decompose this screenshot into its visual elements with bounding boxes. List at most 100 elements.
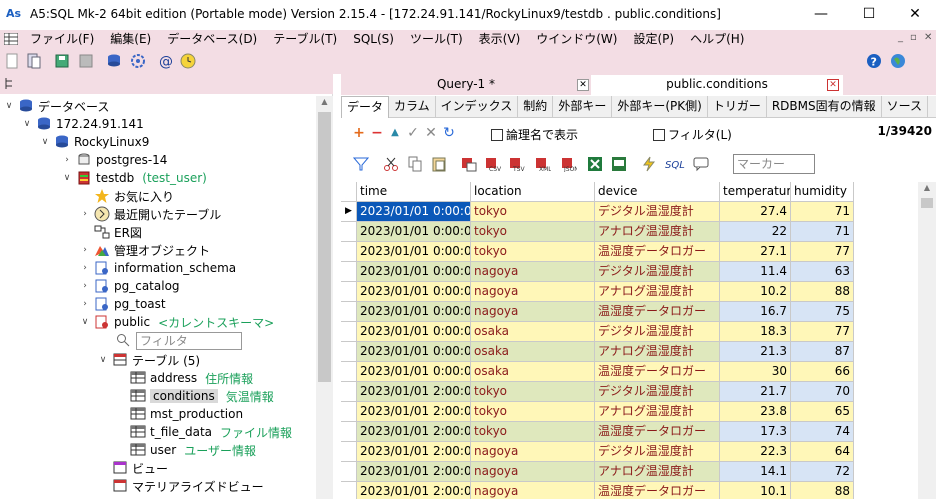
grid-cell[interactable]: 74 xyxy=(791,422,854,442)
table-row[interactable]: ▶ 2023/01/01 0:00:00 tokyo デジタル温湿度計 27.4 71 xyxy=(341,202,854,222)
grid-cell[interactable]: 64 xyxy=(791,442,854,462)
marker-input[interactable]: マーカー xyxy=(733,154,815,174)
copy-icon[interactable] xyxy=(407,156,423,172)
grid-cell[interactable]: 88 xyxy=(791,282,854,302)
table-row[interactable]: 2023/01/01 0:00:00 nagoya 温湿度データロガー 16.7 75 xyxy=(341,302,854,322)
subtab-8[interactable]: ソース xyxy=(882,96,929,118)
grid-cell[interactable]: 2023/01/01 0:00:00 xyxy=(357,322,471,342)
grid-cell[interactable]: 2023/01/01 0:00:00 xyxy=(357,242,471,262)
grid-cell[interactable]: 16.7 xyxy=(720,302,791,322)
row-indicator[interactable]: ▶ xyxy=(341,202,357,222)
table-row[interactable]: 2023/01/01 0:00:00 tokyo アナログ温湿度計 22 71 xyxy=(341,222,854,242)
grid-cell[interactable]: 温湿度データロガー xyxy=(595,242,720,262)
minimize-button[interactable]: — xyxy=(798,0,844,30)
filter-checkbox[interactable]: フィルタ(L) xyxy=(653,126,732,143)
grid-cell[interactable]: tokyo xyxy=(471,402,595,422)
menu-item-9[interactable]: ヘルプ(H) xyxy=(682,32,752,47)
add-row-icon[interactable]: + xyxy=(351,125,367,141)
tree-node-host[interactable]: ∨ 172.24.91.141 xyxy=(22,115,144,133)
table-row[interactable]: 2023/01/01 0:00:00 nagoya デジタル温湿度計 11.4 63 xyxy=(341,262,854,282)
grid-cell[interactable]: osaka xyxy=(471,322,595,342)
row-indicator[interactable] xyxy=(341,302,357,322)
export-xml-icon[interactable]: XML xyxy=(535,156,551,172)
settings-icon[interactable] xyxy=(130,53,146,69)
export-csv-icon[interactable]: CSV xyxy=(485,156,501,172)
grid-cell[interactable]: 10.1 xyxy=(720,482,791,499)
chevron-right-icon[interactable]: › xyxy=(80,299,90,309)
save-all-icon[interactable] xyxy=(78,53,94,69)
scroll-thumb[interactable] xyxy=(921,198,933,208)
column-header[interactable]: device xyxy=(595,182,720,202)
tree-node-tables[interactable]: ∨ テーブル (5) xyxy=(98,351,200,369)
subtab-0[interactable]: データ xyxy=(341,96,390,118)
chevron-right-icon[interactable]: › xyxy=(80,263,90,273)
export-db-icon[interactable] xyxy=(461,156,477,172)
grid-cell[interactable]: nagoya xyxy=(471,462,595,482)
grid-cell[interactable]: tokyo xyxy=(471,382,595,402)
grid-cell[interactable]: 63 xyxy=(791,262,854,282)
grid-cell[interactable]: 30 xyxy=(720,362,791,382)
menu-item-1[interactable]: 編集(E) xyxy=(102,32,159,47)
checkbox-box[interactable] xyxy=(491,128,503,141)
export-tsv-icon[interactable]: TSV xyxy=(509,156,525,172)
grid-cell[interactable]: 21.3 xyxy=(720,342,791,362)
table-row[interactable]: 2023/01/01 0:00:00 osaka 温湿度データロガー 30 66 xyxy=(341,362,854,382)
grid-cell[interactable]: nagoya xyxy=(471,442,595,462)
menu-item-5[interactable]: ツール(T) xyxy=(402,32,471,47)
row-indicator[interactable] xyxy=(341,422,357,442)
grid-cell[interactable]: 温湿度データロガー xyxy=(595,302,720,322)
mdi-minimize-button[interactable]: _ xyxy=(898,32,903,43)
table-row[interactable]: 2023/01/01 0:00:00 nagoya アナログ温湿度計 10.2 88 xyxy=(341,282,854,302)
grid-cell[interactable]: 66 xyxy=(791,362,854,382)
table-row[interactable]: 2023/01/01 0:00:00 tokyo 温湿度データロガー 27.1 77 xyxy=(341,242,854,262)
grid-cell[interactable]: 10.2 xyxy=(720,282,791,302)
mdi-restore-button[interactable]: ▫ xyxy=(910,32,917,43)
subtab-6[interactable]: トリガー xyxy=(708,96,767,118)
tree-scrollbar[interactable]: ▲ xyxy=(316,96,333,499)
grid-cell[interactable]: 2023/01/01 2:00:00 xyxy=(357,382,471,402)
tree-node-testdb[interactable]: ∨ testdb (test_user) xyxy=(62,169,207,187)
tree-node-public[interactable]: ∨ public <カレントスキーマ> xyxy=(80,313,275,331)
grid-cell[interactable]: デジタル温湿度計 xyxy=(595,262,720,282)
grid-cell[interactable]: 2023/01/01 2:00:00 xyxy=(357,422,471,442)
table-row[interactable]: 2023/01/01 2:00:00 tokyo アナログ温湿度計 23.8 65 xyxy=(341,402,854,422)
tree-node-table[interactable]: user ユーザー情報 xyxy=(116,441,256,459)
delete-row-icon[interactable]: − xyxy=(369,125,385,141)
chevron-right-icon[interactable]: › xyxy=(62,155,72,165)
grid-cell[interactable]: tokyo xyxy=(471,422,595,442)
table-row[interactable]: 2023/01/01 0:00:00 osaka デジタル温湿度計 18.3 77 xyxy=(341,322,854,342)
grid-cell[interactable]: アナログ温湿度計 xyxy=(595,402,720,422)
tree-node-server[interactable]: ∨ RockyLinux9 xyxy=(40,133,150,151)
scroll-thumb[interactable] xyxy=(318,112,331,382)
close-button[interactable]: ✕ xyxy=(892,0,936,30)
logical-name-checkbox[interactable]: 論理名で表示 xyxy=(491,126,578,143)
grid-cell[interactable]: 2023/01/01 2:00:00 xyxy=(357,442,471,462)
subtab-5[interactable]: 外部キー(PK側) xyxy=(612,96,708,118)
table-row[interactable]: 2023/01/01 2:00:00 nagoya 温湿度データロガー 10.1 88 xyxy=(341,482,854,499)
commit-icon[interactable]: ✓ xyxy=(405,125,421,141)
grid-cell[interactable]: アナログ温湿度計 xyxy=(595,222,720,242)
tree-view-icon[interactable] xyxy=(4,77,18,91)
grid-cell[interactable]: 27.4 xyxy=(720,202,791,222)
move-up-icon[interactable]: ▲ xyxy=(387,125,403,141)
execute-icon[interactable] xyxy=(641,156,657,172)
table-row[interactable]: 2023/01/01 2:00:00 nagoya アナログ温湿度計 14.1 72 xyxy=(341,462,854,482)
subtab-4[interactable]: 外部キー xyxy=(553,96,613,118)
scroll-up-icon[interactable]: ▲ xyxy=(316,97,333,111)
grid-cell[interactable]: 87 xyxy=(791,342,854,362)
grid-cell[interactable]: 71 xyxy=(791,202,854,222)
tree-node-table[interactable]: conditions 気温情報 xyxy=(116,387,274,405)
grid-cell[interactable]: 2023/01/01 2:00:00 xyxy=(357,402,471,422)
chevron-right-icon[interactable]: › xyxy=(80,281,90,291)
maximize-button[interactable]: ☐ xyxy=(846,0,892,30)
grid-cell[interactable]: 22 xyxy=(720,222,791,242)
save-icon[interactable] xyxy=(54,53,70,69)
column-header[interactable]: temperature xyxy=(720,182,791,202)
chevron-down-icon[interactable]: ∨ xyxy=(80,317,90,327)
excel-icon[interactable] xyxy=(587,156,603,172)
grid-cell[interactable]: nagoya xyxy=(471,302,595,322)
grid-cell[interactable]: 75 xyxy=(791,302,854,322)
grid-cell[interactable]: アナログ温湿度計 xyxy=(595,462,720,482)
column-header[interactable]: location xyxy=(471,182,595,202)
grid-cell[interactable]: nagoya xyxy=(471,282,595,302)
